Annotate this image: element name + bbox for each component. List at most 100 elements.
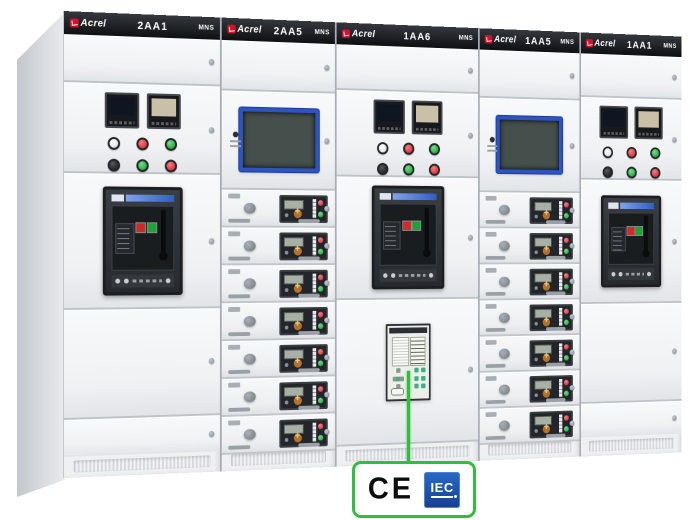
module-led [284, 288, 288, 292]
breaker-on-button [412, 220, 421, 230]
breaker-on-button [147, 222, 157, 233]
blank-panel [64, 308, 220, 420]
drawer-unit [480, 406, 579, 445]
breaker-blue-strip [126, 194, 174, 201]
air-circuit-breaker [372, 185, 444, 289]
drawer-unit [480, 335, 579, 373]
relay-highlight-line [407, 371, 410, 465]
drawer-handle-knob [499, 348, 510, 358]
blank-panel [581, 53, 682, 99]
drawer-label-chip [228, 420, 240, 425]
drawer-handle-knob [244, 240, 256, 251]
screw-icon [569, 73, 574, 79]
drawer-rail-left [486, 256, 506, 260]
start-button [564, 426, 569, 432]
start-button [564, 320, 569, 326]
blank-panel [480, 50, 579, 101]
indicator-lamp-grid [581, 146, 682, 179]
breaker-panel [64, 173, 220, 310]
stop-button [564, 237, 569, 242]
ce-mark: CE [368, 472, 414, 507]
screw-icon [324, 391, 329, 397]
drawer-label-chip [486, 268, 497, 273]
drawer-handle-knob [499, 384, 510, 394]
screw-icon [209, 238, 215, 244]
drawer-handle-knob [244, 278, 256, 289]
relay-led-column [410, 336, 426, 366]
drawer-stack [222, 190, 335, 455]
drawer-rail-left [228, 332, 250, 336]
brand-name: Acrel [494, 34, 516, 45]
series-badge: MNS [663, 43, 676, 50]
drawer-handle-knob [244, 353, 256, 364]
drawer-unit [222, 413, 335, 454]
drawer-rail-left [486, 292, 506, 296]
blank-panel [222, 40, 335, 94]
rotary-switch-icon [543, 283, 550, 291]
metering-panel [337, 90, 478, 178]
breaker-face [111, 205, 174, 270]
lock-icon [490, 137, 495, 143]
brand-logo: Acrel [70, 17, 106, 29]
lamp-green [165, 138, 177, 151]
drawer-rail-right [546, 327, 566, 331]
lock-icon [233, 132, 239, 138]
drawer-rail-left [486, 328, 506, 332]
breaker-off-button [402, 220, 411, 230]
lamp-red [429, 164, 440, 176]
module-led [535, 322, 538, 326]
breaker-panel [581, 180, 682, 304]
drawer-rail-right [546, 434, 566, 438]
relay-header-strip [389, 327, 427, 333]
stop-button [318, 386, 323, 392]
panel-side-label [230, 131, 241, 147]
drawer-rail-right [298, 256, 319, 260]
rotary-switch-icon [293, 434, 301, 443]
breaker-base-strip [608, 268, 654, 280]
drawer-rail-left [486, 436, 506, 440]
module-position-strip [559, 415, 562, 433]
module-position-strip [559, 344, 562, 362]
screw-icon [672, 348, 677, 353]
rotary-switch-icon [543, 389, 550, 397]
multifunction-meter [635, 107, 663, 140]
air-circuit-breaker [601, 195, 661, 287]
meter-buttons [152, 122, 177, 125]
drawer-label-chip [228, 231, 240, 236]
meter-buttons [639, 133, 659, 136]
drawer-label-chip [228, 194, 240, 199]
module-position-strip [312, 348, 316, 367]
lamp-red [626, 147, 636, 159]
start-button [564, 249, 569, 254]
drawer-unit [480, 299, 579, 336]
drawer-rail-left [228, 219, 250, 223]
drawer-unit [222, 376, 335, 417]
start-button [318, 212, 323, 218]
drawer-handle-knob [244, 202, 256, 213]
module-led [284, 363, 288, 367]
lamp-green [429, 143, 440, 155]
meter-screen [110, 97, 135, 115]
stop-button [318, 311, 323, 317]
cabinet-2AA1: Acrel 2AA1 MNS [63, 11, 220, 478]
breaker-display [611, 227, 625, 251]
lamp-red [165, 160, 177, 173]
multifunction-meter [147, 93, 181, 129]
breaker-blue-strip [393, 193, 437, 200]
breaker-display [115, 224, 134, 254]
module-led [535, 214, 538, 218]
screw-icon [569, 314, 574, 320]
start-button [564, 284, 569, 290]
drawer-label-chip [228, 269, 240, 274]
brand-logo: Acrel [485, 34, 516, 45]
stop-button [564, 202, 569, 208]
drawer-unit [222, 190, 335, 228]
screw-icon [209, 127, 215, 133]
drawer-rail-right [546, 362, 566, 366]
start-button [318, 323, 323, 329]
breaker-face [380, 203, 437, 265]
cabinet-name: 2AA5 [265, 25, 311, 38]
module-position-strip [559, 237, 562, 255]
drawer-unit [480, 228, 579, 264]
meter-group [64, 82, 220, 130]
